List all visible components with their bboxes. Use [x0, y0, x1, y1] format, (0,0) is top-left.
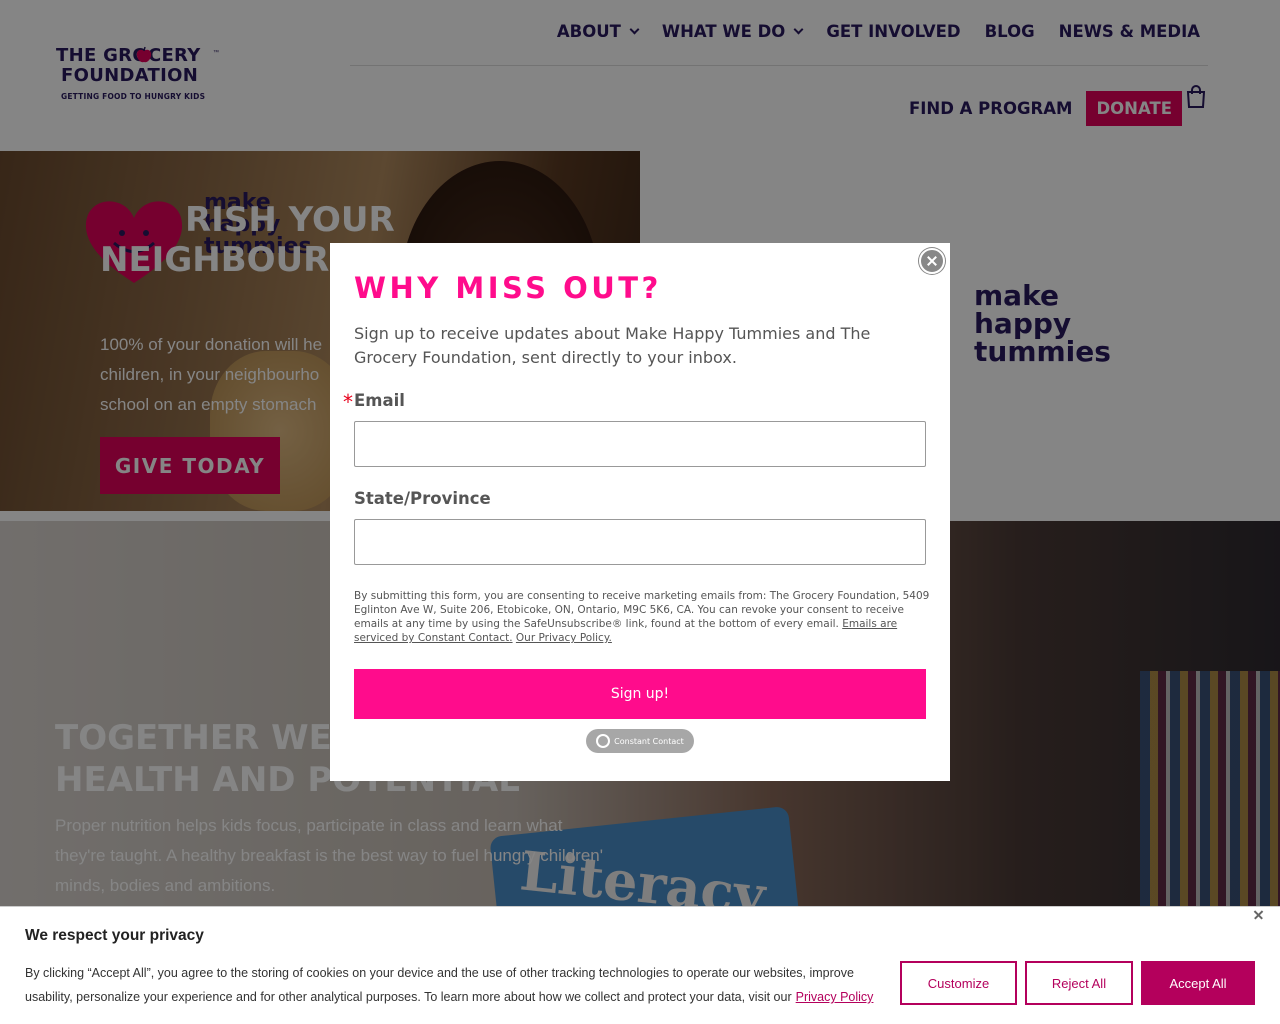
accept-all-button[interactable]: Accept All — [1141, 961, 1255, 1005]
cookie-privacy-link[interactable]: Privacy Policy — [796, 990, 874, 1004]
close-icon[interactable] — [919, 248, 945, 274]
email-label: Email — [354, 391, 405, 410]
badge-label: Constant Contact — [614, 736, 684, 746]
customize-button[interactable]: Customize — [900, 961, 1017, 1005]
state-province-label: State/Province — [354, 489, 491, 508]
signup-button[interactable]: Sign up! — [354, 669, 926, 719]
privacy-policy-link[interactable]: Our Privacy Policy. — [516, 632, 612, 644]
cookie-title: We respect your privacy — [25, 927, 204, 944]
constant-contact-icon — [596, 734, 611, 748]
cookie-body: By clicking “Accept All”, you agree to t… — [25, 966, 854, 1004]
cookie-text: By clicking “Accept All”, you agree to t… — [25, 961, 895, 1009]
modal-title: WHY MISS OUT? — [354, 271, 662, 305]
state-province-field[interactable] — [354, 519, 926, 565]
consent-text: By submitting this form, you are consent… — [354, 589, 930, 645]
signup-modal: WHY MISS OUT? Sign up to receive updates… — [330, 243, 950, 781]
required-asterisk: * — [343, 390, 353, 414]
constant-contact-badge[interactable]: Constant Contact — [586, 729, 694, 753]
modal-description: Sign up to receive updates about Make Ha… — [354, 324, 871, 367]
email-field[interactable] — [354, 421, 926, 467]
reject-all-button[interactable]: Reject All — [1025, 961, 1133, 1005]
close-icon[interactable] — [1253, 909, 1265, 921]
